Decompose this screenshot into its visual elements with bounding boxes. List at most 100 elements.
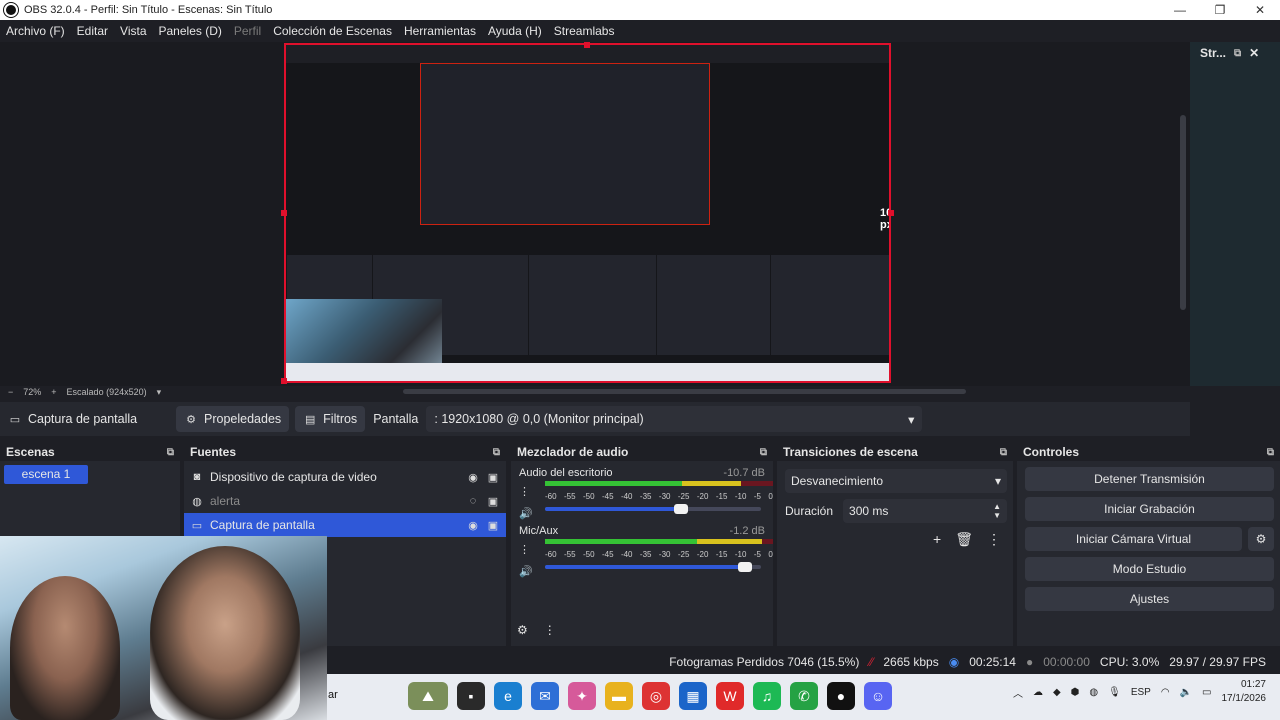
zoom-out-button[interactable]: − [8, 387, 13, 397]
resize-handle-top[interactable] [584, 42, 590, 48]
outlook-icon[interactable]: ✉ [531, 682, 559, 710]
add-icon[interactable]: + [933, 531, 941, 548]
menu-vista[interactable]: Vista [114, 24, 152, 38]
eye-icon[interactable]: ◉ [466, 519, 480, 532]
task-view-icon[interactable]: ▪ [457, 682, 485, 710]
file-explorer-icon[interactable]: ▬ [605, 682, 633, 710]
trash-icon[interactable]: 🗑 [955, 531, 973, 548]
edge-browser-icon[interactable]: e [494, 682, 522, 710]
filters-button[interactable]: ▤ Filtros [295, 406, 366, 432]
properties-button[interactable]: ⚙ Propeledades [176, 406, 290, 432]
undock-icon[interactable]: ⧉ [167, 447, 174, 458]
source-row-screen-capture[interactable]: ▭ Captura de pantalla ◉ ▣ [184, 513, 506, 537]
wps-office-icon[interactable]: W [716, 682, 744, 710]
kebab-menu-icon[interactable]: ⋮ [519, 543, 530, 556]
kebab-menu-icon[interactable]: ⋮ [987, 531, 1001, 548]
source-row-alerta[interactable]: ◍ alerta ◌ ▣ [184, 489, 506, 513]
virtual-camera-settings-icon[interactable]: ⚙ [1248, 527, 1274, 551]
gear-icon[interactable]: ⚙ [517, 623, 528, 637]
minimize-icon[interactable]: — [1160, 0, 1200, 20]
screen-select[interactable]: : 1920x1080 @ 0,0 (Monitor principal) ▾ [426, 406, 923, 432]
start-virtual-camera-button[interactable]: Iniciar Cámara Virtual [1025, 527, 1242, 551]
meter-scale: -60 -55 -50 -45 -40 -35 -30 -25 -20 -15 -10 -5 0 [545, 550, 773, 559]
sources-title: Fuentes [190, 445, 237, 459]
copilot-icon[interactable]: ✦ [568, 682, 596, 710]
zoom-in-button[interactable]: + [51, 387, 56, 397]
transition-select[interactable]: Desvanecimiento ▾ [785, 469, 1007, 493]
clock-date: 17/1/2026 [1221, 693, 1267, 704]
volume-slider[interactable] [545, 562, 761, 572]
menu-perfil[interactable]: Perfil [228, 24, 267, 38]
tray-app-icon-2[interactable]: ⬢ [1071, 687, 1080, 698]
store-icon[interactable]: ▦ [679, 682, 707, 710]
speaker-icon[interactable]: 🔊 [519, 507, 533, 520]
menu-editar[interactable]: Editar [71, 24, 114, 38]
screen-capture-source[interactable]: 10 px [284, 43, 891, 383]
network-tray-icon[interactable]: ◍ [1089, 687, 1098, 698]
chevron-up-icon[interactable]: ︿ [1013, 685, 1023, 700]
preview-horizontal-scrollbar[interactable] [403, 389, 966, 394]
eye-icon[interactable]: ◉ [466, 471, 480, 484]
duration-spinbox[interactable]: 300 ms ▲ ▼ [843, 499, 1007, 523]
volume-slider[interactable] [545, 504, 761, 514]
scene-item[interactable]: escena 1 [4, 465, 88, 484]
dropped-frames: Fotogramas Perdidos 7046 (15.5%) [669, 655, 860, 669]
eye-hidden-icon[interactable]: ◌ [466, 495, 480, 507]
clock[interactable]: 01:27 17/1/2026 [1222, 678, 1267, 706]
discord-icon[interactable]: ☺ [864, 682, 892, 710]
wifi-icon[interactable]: ◠ [1161, 687, 1170, 698]
spin-arrows-icon[interactable]: ▲ ▼ [993, 502, 1001, 520]
meter-tick-label: -25 [677, 550, 690, 559]
obs-taskbar-icon[interactable]: ● [827, 682, 855, 710]
close-dock-icon[interactable]: ✕ [1249, 46, 1259, 60]
undock-icon[interactable]: ⧉ [1267, 447, 1274, 458]
menu-coleccion-escenas[interactable]: Colección de Escenas [267, 24, 398, 38]
volume-knob[interactable] [738, 562, 753, 572]
volume-knob[interactable] [673, 504, 688, 514]
source-row-video-capture[interactable]: ◙ Dispositivo de captura de video ◉ ▣ [184, 465, 506, 489]
undock-icon[interactable]: ⧉ [760, 447, 767, 458]
kebab-menu-icon[interactable]: ⋮ [544, 623, 556, 637]
undock-icon[interactable]: ⧉ [1000, 447, 1007, 458]
taskbar-search-stub[interactable]: ar [328, 689, 338, 701]
preview-vertical-scrollbar[interactable] [1180, 115, 1186, 310]
menu-streamlabs[interactable]: Streamlabs [548, 24, 621, 38]
system-tray: ︿ ☁ ◆ ⬢ ◍ 🎙 ESP ◠ 🔈 ▭ 01:27 17/1/2026 [1013, 678, 1266, 706]
menu-paneles[interactable]: Paneles (D) [153, 24, 228, 38]
tray-app-icon[interactable]: ◆ [1053, 687, 1061, 698]
stop-stream-button[interactable]: Detener Transmisión [1025, 467, 1274, 491]
screen-label: Pantalla [373, 412, 419, 426]
language-indicator[interactable]: ESP [1131, 687, 1151, 698]
preview-canvas[interactable]: 10 px [0, 42, 1190, 386]
start-recording-button[interactable]: Iniciar Grabación [1025, 497, 1274, 521]
studio-mode-button[interactable]: Modo Estudio [1025, 557, 1274, 581]
chrome-icon[interactable]: ◎ [642, 682, 670, 710]
onedrive-icon[interactable]: ☁ [1033, 687, 1043, 698]
resize-handle-left[interactable] [281, 210, 287, 216]
chevron-down-icon[interactable]: ▾ [157, 387, 162, 398]
meter-tick-label: -45 [601, 492, 614, 501]
resize-handle-right[interactable] [888, 210, 894, 216]
undock-icon[interactable]: ⧉ [1234, 48, 1241, 59]
lock-icon[interactable]: ▣ [486, 519, 500, 532]
scenes-title: Escenas [6, 445, 55, 459]
whatsapp-icon[interactable]: ✆ [790, 682, 818, 710]
settings-button[interactable]: Ajustes [1025, 587, 1274, 611]
speaker-icon[interactable]: 🔊 [519, 565, 533, 578]
mic-icon[interactable]: 🎙 [1108, 687, 1121, 698]
scaled-resolution: Escalado (924x520) [66, 387, 147, 397]
battery-icon[interactable]: ▭ [1202, 687, 1211, 698]
spotify-icon[interactable]: ♫ [753, 682, 781, 710]
menu-herramientas[interactable]: Herramientas [398, 24, 482, 38]
restore-icon[interactable]: ❐ [1200, 0, 1240, 20]
kebab-menu-icon[interactable]: ⋮ [519, 485, 530, 498]
lock-icon[interactable]: ▣ [486, 471, 500, 484]
volume-icon[interactable]: 🔈 [1180, 687, 1192, 698]
undock-icon[interactable]: ⧉ [493, 447, 500, 458]
lock-icon[interactable]: ▣ [486, 495, 500, 508]
widgets-icon[interactable]: ⛰ [408, 682, 448, 710]
resize-handle-bottom-left[interactable] [281, 378, 287, 384]
menu-ayuda[interactable]: Ayuda (H) [482, 24, 548, 38]
menu-archivo[interactable]: Archivo (F) [0, 24, 71, 38]
close-icon[interactable]: ✕ [1240, 0, 1280, 20]
